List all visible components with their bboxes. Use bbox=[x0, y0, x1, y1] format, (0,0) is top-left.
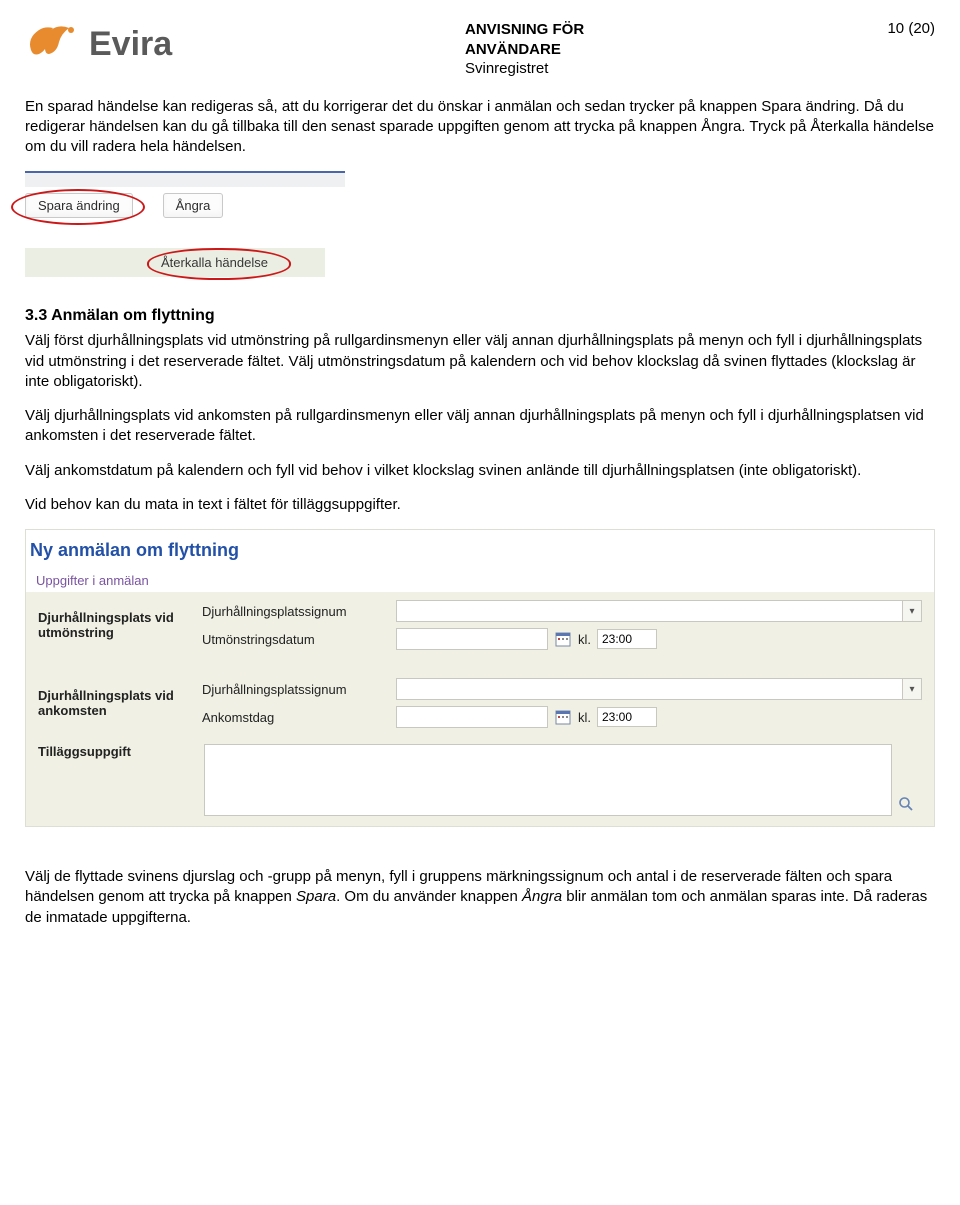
paragraph-5: Vid behov kan du mata in text i fältet f… bbox=[25, 495, 935, 515]
doc-title-line1: ANVISNING FÖR bbox=[465, 20, 584, 40]
calendar-icon-2[interactable] bbox=[554, 708, 572, 726]
label-tillagg: Tilläggsuppgift bbox=[38, 744, 198, 759]
page-number: 10 (20) bbox=[887, 20, 935, 37]
screenshot-save-cancel: Spara ändring Ångra bbox=[25, 171, 935, 218]
label-ankomstdag: Ankomstdag bbox=[202, 710, 392, 725]
toolbar-bg bbox=[25, 171, 345, 187]
label-utmonstring: Djurhållningsplats vid utmönstring bbox=[38, 610, 198, 640]
paragraph-2: Välj först djurhållningsplats vid utmöns… bbox=[25, 331, 935, 392]
save-change-button[interactable]: Spara ändring bbox=[25, 193, 133, 218]
calendar-icon[interactable] bbox=[554, 630, 572, 648]
screenshot-recall: Återkalla händelse bbox=[25, 248, 935, 277]
chevron-down-icon-2: ▾ bbox=[903, 678, 922, 700]
logo-text: Evira bbox=[89, 25, 172, 64]
cancel-button[interactable]: Ångra bbox=[163, 193, 224, 218]
time-input-2[interactable] bbox=[597, 707, 657, 727]
label-signum-1: Djurhållningsplatssignum bbox=[202, 604, 392, 619]
logo-icon bbox=[25, 20, 79, 68]
recall-event-button[interactable]: Återkalla händelse bbox=[155, 252, 274, 273]
time-input-1[interactable] bbox=[597, 629, 657, 649]
dropdown-signum-1[interactable]: ▾ bbox=[396, 600, 922, 622]
form-subtitle: Uppgifter i anmälan bbox=[26, 567, 934, 592]
doc-title-line3: Svinregistret bbox=[465, 59, 584, 79]
label-kl-2: kl. bbox=[578, 710, 591, 725]
magnifier-icon[interactable] bbox=[898, 796, 916, 814]
chevron-down-icon: ▾ bbox=[903, 600, 922, 622]
label-signum-2: Djurhållningsplatssignum bbox=[202, 682, 392, 697]
paragraph-3: Välj djurhållningsplats vid ankomsten på… bbox=[25, 406, 935, 447]
label-ankomsten: Djurhållningsplats vid ankomsten bbox=[38, 688, 198, 718]
section-heading-3-3: 3.3 Anmälan om flyttning bbox=[25, 307, 935, 325]
label-kl-1: kl. bbox=[578, 632, 591, 647]
additional-info-textarea[interactable] bbox=[204, 744, 892, 816]
date-input-1[interactable] bbox=[396, 628, 548, 650]
doc-title: ANVISNING FÖR ANVÄNDARE Svinregistret bbox=[465, 20, 584, 79]
date-input-2[interactable] bbox=[396, 706, 548, 728]
paragraph-4: Välj ankomstdatum på kalendern och fyll … bbox=[25, 461, 935, 481]
page-header: Evira ANVISNING FÖR ANVÄNDARE Svinregist… bbox=[25, 20, 935, 79]
label-utmonstringsdatum: Utmönstringsdatum bbox=[202, 632, 392, 647]
paragraph-6: Välj de flyttade svinens djurslag och -g… bbox=[25, 867, 935, 928]
logo: Evira bbox=[25, 20, 465, 68]
doc-title-line2: ANVÄNDARE bbox=[465, 40, 584, 60]
screenshot-form: Ny anmälan om flyttning Uppgifter i anmä… bbox=[25, 529, 935, 827]
paragraph-1: En sparad händelse kan redigeras så, att… bbox=[25, 97, 935, 158]
form-title: Ny anmälan om flyttning bbox=[26, 530, 934, 567]
dropdown-signum-2[interactable]: ▾ bbox=[396, 678, 922, 700]
